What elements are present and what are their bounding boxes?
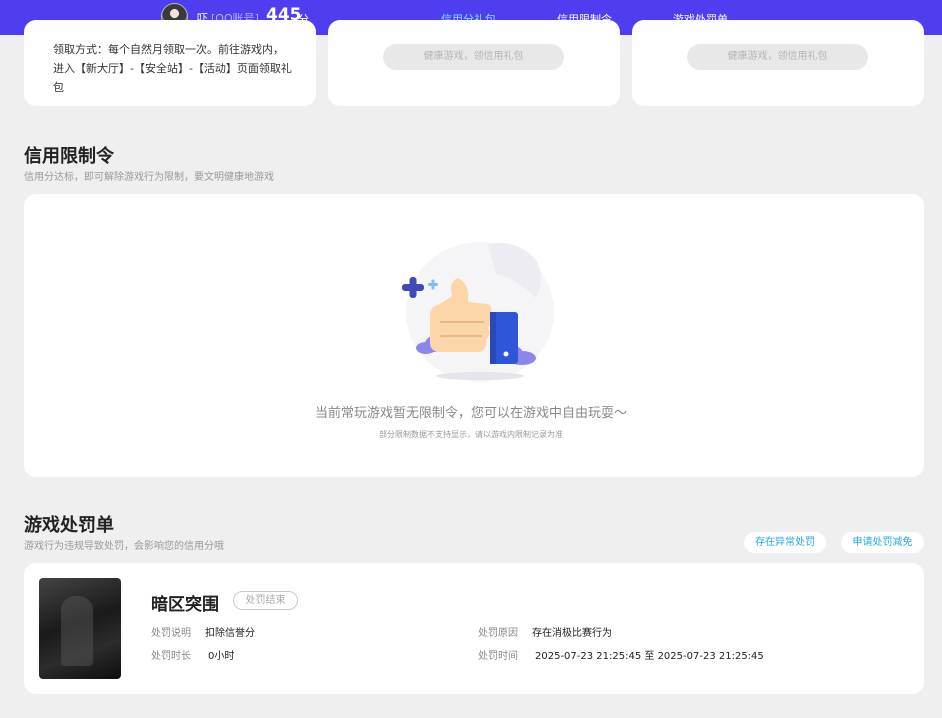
penalty-reason-value: 存在消极比赛行为 xyxy=(532,628,612,639)
claim-gift-button-2[interactable]: 健康游戏，领信用礼包 xyxy=(383,44,564,70)
game-cover-image xyxy=(39,578,121,679)
appeal-penalty-button[interactable]: 申请处罚减免 xyxy=(841,532,924,553)
penalty-desc-value: 扣除信誉分 xyxy=(205,628,255,639)
restriction-section-title: 信用限制令 xyxy=(24,146,114,167)
restriction-section-subtitle: 信用分达标，即可解除游戏行为限制，要文明健康地游戏 xyxy=(24,172,274,183)
penalty-time-value: 2025-07-23 21:25:45 至 2025-07-23 21:25:4… xyxy=(535,651,764,662)
empty-restriction-message: 当前常玩游戏暂无限制令，您可以在游戏中自由玩耍～ xyxy=(314,406,627,421)
penalty-duration-label: 处罚时长 xyxy=(151,651,191,662)
penalty-section-title: 游戏处罚单 xyxy=(24,515,114,536)
thumbs-up-illustration-icon xyxy=(402,242,554,382)
penalty-time-label: 处罚时间 xyxy=(478,651,518,662)
penalty-section-subtitle: 游戏行为违规导致处罚，会影响您的信用分哦 xyxy=(24,541,224,552)
status-badge: 处罚结束 xyxy=(233,591,298,610)
restriction-note: 部分限制数据不支持显示，请以游戏内限制记录为准 xyxy=(379,430,563,439)
penalty-reason-label: 处罚原因 xyxy=(478,628,518,639)
claim-gift-button-3[interactable]: 健康游戏，领信用礼包 xyxy=(687,44,868,70)
game-name: 暗区突围 xyxy=(151,595,219,615)
penalty-duration-value: 0小时 xyxy=(208,651,235,662)
abnormal-penalty-button[interactable]: 存在异常处罚 xyxy=(744,532,826,553)
gift-claim-description: 领取方式：每个自然月领取一次。前往游戏内，进入【新大厅】-【安全站】-【活动】页… xyxy=(53,43,292,94)
penalty-desc-label: 处罚说明 xyxy=(151,628,191,639)
